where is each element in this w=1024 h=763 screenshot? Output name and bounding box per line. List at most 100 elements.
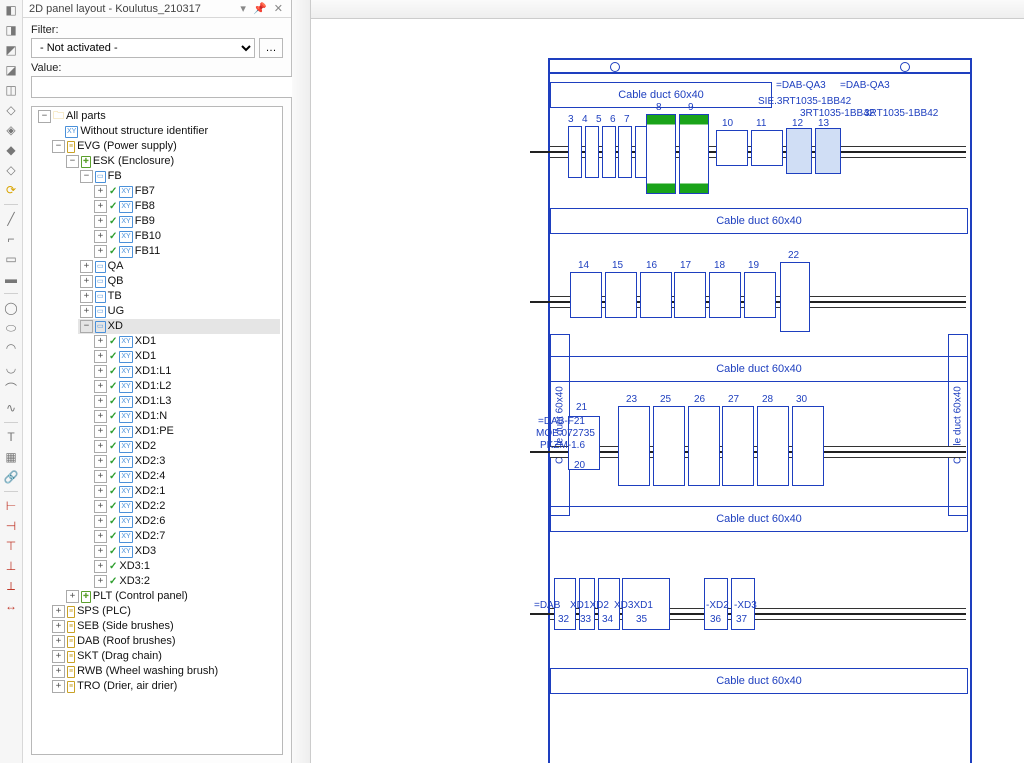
cable-duct[interactable]: Cable duct 60x40 <box>550 208 968 234</box>
panel-close-icon[interactable]: ✕ <box>272 3 285 15</box>
tree-tro[interactable]: TRO (Drier, air drier) <box>77 679 177 694</box>
tree-seb[interactable]: SEB (Side brushes) <box>77 619 174 634</box>
tree-qa[interactable]: QA <box>108 259 124 274</box>
device[interactable] <box>786 128 812 174</box>
tree-item[interactable]: XD2:1 <box>135 484 166 499</box>
device[interactable] <box>570 272 602 318</box>
tree-item[interactable]: FB7 <box>135 184 155 199</box>
filter-more-button[interactable]: … <box>259 38 283 58</box>
tree-item[interactable]: XD2:3 <box>135 454 166 469</box>
tool-rotate-icon[interactable]: ⟳ <box>3 182 19 198</box>
device[interactable] <box>751 130 783 166</box>
tree-plt[interactable]: PLT (Control panel) <box>93 589 188 604</box>
tree-item[interactable]: FB10 <box>135 229 161 244</box>
tool-dim-2[interactable]: ⊣ <box>3 518 19 534</box>
tree-qb[interactable]: QB <box>108 274 124 289</box>
value-input[interactable] <box>31 76 293 98</box>
tree-evg[interactable]: EVG (Power supply) <box>77 139 177 154</box>
tool-dim-1[interactable]: ⊢ <box>3 498 19 514</box>
device[interactable] <box>722 406 754 486</box>
cable-duct[interactable]: Cable duct 60x40 <box>550 356 968 382</box>
device[interactable] <box>585 126 599 178</box>
tree-item[interactable]: XD2:2 <box>135 499 166 514</box>
tree-xd[interactable]: XD <box>108 319 123 334</box>
device[interactable] <box>815 128 841 174</box>
tree-without[interactable]: Without structure identifier <box>80 124 208 139</box>
tool-cube-1[interactable]: ◧ <box>3 2 19 18</box>
parts-tree[interactable]: −🗀All parts XYWithout structure identifi… <box>31 106 283 755</box>
tool-diamond-4[interactable]: ◇ <box>3 162 19 178</box>
tool-ellipse[interactable]: ⬭ <box>3 320 19 336</box>
tool-diamond-1[interactable]: ◇ <box>3 102 19 118</box>
tree-item[interactable]: XD1:L2 <box>135 379 172 394</box>
tree-item[interactable]: XD1:L1 <box>135 364 172 379</box>
device[interactable] <box>674 272 706 318</box>
tool-dim-5[interactable]: ⟂ <box>3 578 19 594</box>
device[interactable] <box>640 272 672 318</box>
device[interactable] <box>568 126 582 178</box>
device[interactable] <box>618 126 632 178</box>
tool-spline[interactable]: ∿ <box>3 400 19 416</box>
tool-link-icon[interactable]: 🔗 <box>3 469 19 485</box>
device[interactable] <box>744 272 776 318</box>
tree-fb[interactable]: FB <box>108 169 122 184</box>
device[interactable] <box>618 406 650 486</box>
cable-duct[interactable]: Cable duct 60x40 <box>550 668 968 694</box>
tool-dim-3[interactable]: ⊤ <box>3 538 19 554</box>
tree-tb[interactable]: TB <box>108 289 122 304</box>
device[interactable] <box>602 126 616 178</box>
tool-cube-2[interactable]: ◨ <box>3 22 19 38</box>
tree-item[interactable]: XD1:L3 <box>135 394 172 409</box>
device[interactable] <box>716 130 748 166</box>
tree-item[interactable]: XD3 <box>135 544 156 559</box>
device[interactable] <box>679 114 709 194</box>
tree-ug[interactable]: UG <box>108 304 125 319</box>
tree-item[interactable]: FB8 <box>135 199 155 214</box>
device[interactable] <box>780 262 810 332</box>
tree-item[interactable]: XD3:2 <box>119 574 150 589</box>
tree-root[interactable]: All parts <box>66 109 106 124</box>
tree-skt[interactable]: SKT (Drag chain) <box>77 649 162 664</box>
tree-esk[interactable]: ESK (Enclosure) <box>93 154 174 169</box>
tree-item[interactable]: XD1 <box>135 349 156 364</box>
tree-item[interactable]: XD2:4 <box>135 469 166 484</box>
tool-image-icon[interactable]: ▦ <box>3 449 19 465</box>
tool-circle[interactable]: ◯ <box>3 300 19 316</box>
tool-cube-3[interactable]: ◩ <box>3 42 19 58</box>
tree-item[interactable]: XD1:PE <box>135 424 174 439</box>
tree-dab[interactable]: DAB (Roof brushes) <box>77 634 175 649</box>
device[interactable] <box>792 406 824 486</box>
cable-duct[interactable]: Cable duct 60x40 <box>550 506 968 532</box>
tool-text[interactable]: T <box>3 429 19 445</box>
tool-arc-3[interactable]: ⌒ <box>3 380 19 396</box>
device[interactable] <box>688 406 720 486</box>
tree-item[interactable]: FB11 <box>135 244 160 259</box>
panel-pin-icon[interactable]: ▾ <box>238 3 248 15</box>
tree-rwb[interactable]: RWB (Wheel washing brush) <box>77 664 218 679</box>
tool-rect-fill[interactable]: ▬ <box>3 271 19 287</box>
tree-item[interactable]: XD2 <box>135 439 156 454</box>
tree-item[interactable]: XD2:7 <box>135 529 166 544</box>
tool-arc-1[interactable]: ◠ <box>3 340 19 356</box>
device[interactable] <box>653 406 685 486</box>
filter-select[interactable]: - Not activated - <box>31 38 255 58</box>
tree-item[interactable]: FB9 <box>135 214 155 229</box>
drawing-canvas[interactable]: Cable duct 60x40 Cable duct 60x40 =DAB-Q… <box>292 0 1024 763</box>
device[interactable] <box>646 114 676 194</box>
tool-polyline[interactable]: ⌐ <box>3 231 19 247</box>
device[interactable] <box>709 272 741 318</box>
tree-item[interactable]: XD1 <box>135 334 156 349</box>
panel-unpin-icon[interactable]: 📌 <box>251 3 269 15</box>
tree-item[interactable]: XD2:6 <box>135 514 166 529</box>
tool-diamond-3[interactable]: ◆ <box>3 142 19 158</box>
tool-rect[interactable]: ▭ <box>3 251 19 267</box>
device[interactable] <box>757 406 789 486</box>
tree-item[interactable]: XD1:N <box>135 409 167 424</box>
tool-dim-6[interactable]: ↔ <box>3 598 19 614</box>
tree-item[interactable]: XD3:1 <box>119 559 150 574</box>
tool-line[interactable]: ╱ <box>3 211 19 227</box>
tool-diamond-2[interactable]: ◈ <box>3 122 19 138</box>
tool-arc-2[interactable]: ◡ <box>3 360 19 376</box>
tree-sps[interactable]: SPS (PLC) <box>77 604 131 619</box>
tool-dim-4[interactable]: ⊥ <box>3 558 19 574</box>
